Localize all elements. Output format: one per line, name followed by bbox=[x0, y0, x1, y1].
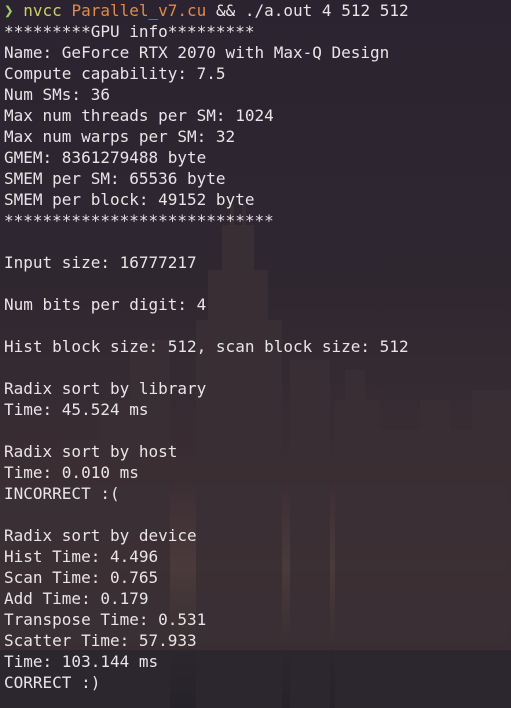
command-prompt-line: ❯ nvcc Parallel_v7.cu && ./a.out 4 512 5… bbox=[4, 0, 511, 21]
output-line: Time: 45.524 ms bbox=[4, 400, 149, 419]
output-line: CORRECT :) bbox=[4, 673, 101, 692]
command-filename: Parallel_v7.cu bbox=[71, 1, 207, 20]
output-line: Radix sort by host bbox=[4, 442, 178, 461]
output-line: Hist block size: 512, scan block size: 5… bbox=[4, 337, 409, 356]
output-line: **************************** bbox=[4, 211, 274, 230]
output-line: Radix sort by device bbox=[4, 526, 197, 545]
output-line: Transpose Time: 0.531 bbox=[4, 610, 207, 629]
output-line: Scan Time: 0.765 bbox=[4, 568, 159, 587]
output-line: Hist Time: 4.496 bbox=[4, 547, 159, 566]
output-line: Time: 0.010 ms bbox=[4, 463, 139, 482]
output-line: Num SMs: 36 bbox=[4, 85, 110, 104]
output-line: Scatter Time: 57.933 bbox=[4, 631, 197, 650]
output-line: Num bits per digit: 4 bbox=[4, 295, 207, 314]
command-run: ./a.out 4 512 512 bbox=[244, 1, 409, 20]
output-line: Radix sort by library bbox=[4, 379, 207, 398]
output-line: *********GPU info********* bbox=[4, 22, 255, 41]
output-line: INCORRECT :( bbox=[4, 484, 120, 503]
command-name: nvcc bbox=[23, 1, 62, 20]
output-line: Compute capability: 7.5 bbox=[4, 64, 226, 83]
output-line: Time: 103.144 ms bbox=[4, 652, 159, 671]
terminal-window[interactable]: ❯ nvcc Parallel_v7.cu && ./a.out 4 512 5… bbox=[0, 0, 511, 708]
output-line: Add Time: 0.179 bbox=[4, 589, 149, 608]
output-line: GMEM: 8361279488 byte bbox=[4, 148, 207, 167]
prompt-arrow-icon: ❯ bbox=[4, 1, 14, 20]
output-line: SMEM per block: 49152 byte bbox=[4, 190, 255, 209]
terminal-output: *********GPU info********* Name: GeForce … bbox=[4, 21, 511, 693]
output-line: Max num threads per SM: 1024 bbox=[4, 106, 274, 125]
output-line: SMEM per SM: 65536 byte bbox=[4, 169, 226, 188]
output-line: Max num warps per SM: 32 bbox=[4, 127, 236, 146]
command-operator: && bbox=[215, 1, 236, 20]
output-line: Input size: 16777217 bbox=[4, 253, 197, 272]
output-line: Name: GeForce RTX 2070 with Max-Q Design bbox=[4, 43, 390, 62]
